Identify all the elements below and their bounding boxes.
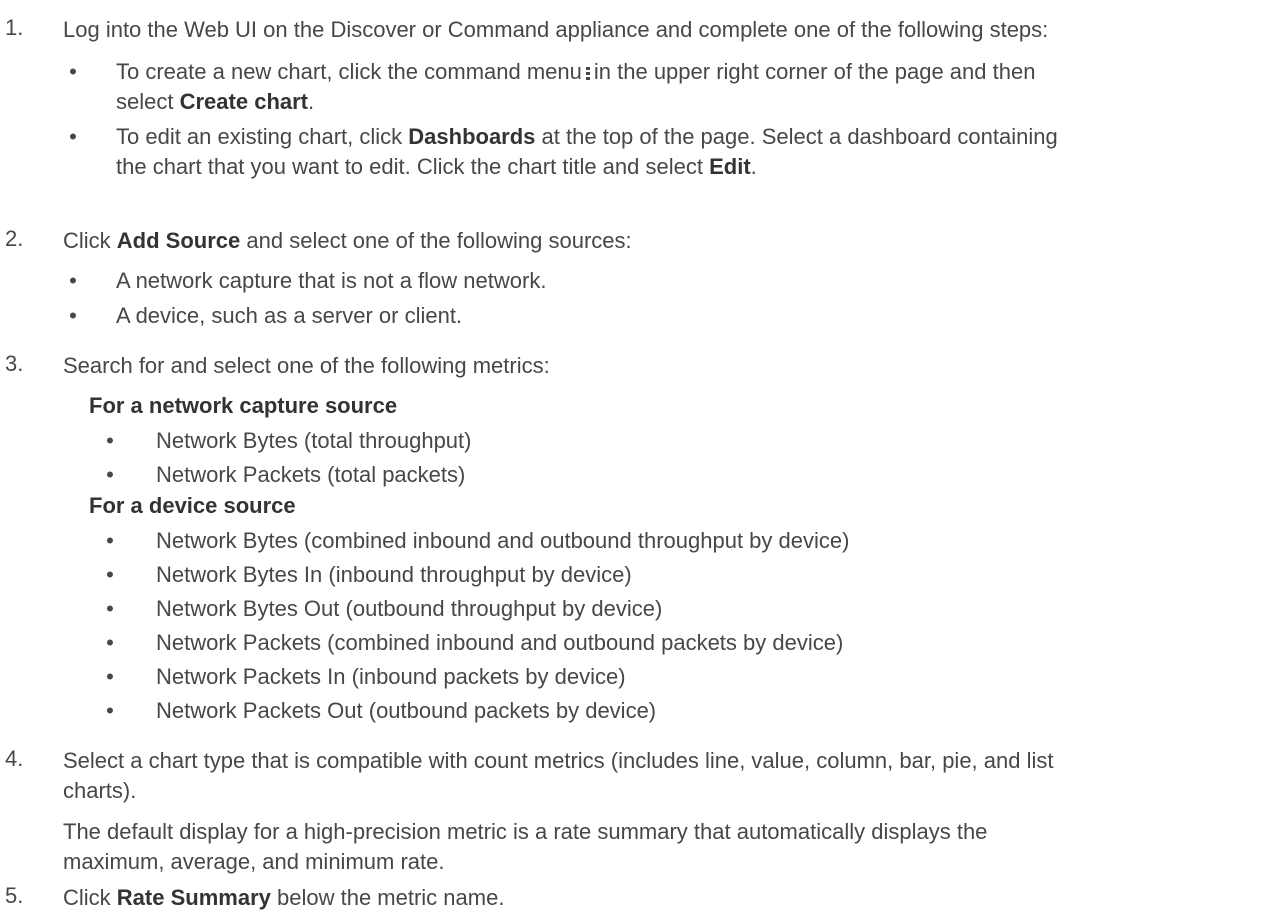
list-item: • Network Bytes Out (outbound throughput… bbox=[63, 594, 1263, 624]
punctuation: . bbox=[750, 154, 757, 179]
step-note-line: maximum, average, and minimum rate. bbox=[63, 849, 445, 874]
list-item: • Network Packets (combined inbound and … bbox=[63, 628, 1263, 658]
step-note-line: The default display for a high-precision… bbox=[63, 819, 988, 844]
bullet-icon: • bbox=[69, 59, 77, 84]
metric-group-device: For a device source • Network Bytes (com… bbox=[63, 491, 1263, 726]
step-text-part: Click bbox=[63, 228, 111, 253]
metric-name: Network Packets In (inbound packets by d… bbox=[156, 664, 626, 689]
vertical-ellipsis-icon bbox=[585, 67, 590, 80]
bullet-icon: • bbox=[69, 124, 77, 149]
bullet-text: To create a new chart, click the command… bbox=[116, 59, 582, 84]
list-item: • Network Packets Out (outbound packets … bbox=[63, 696, 1263, 726]
ui-term-dashboards: Dashboards bbox=[408, 124, 536, 149]
bullet-text: select bbox=[116, 89, 174, 114]
bullet-icon: • bbox=[106, 698, 114, 723]
step-text: Search for and select one of the followi… bbox=[63, 353, 550, 378]
metric-name: Network Bytes (total throughput) bbox=[156, 428, 472, 453]
bullet-text: at the top of the page. Select a dashboa… bbox=[541, 124, 1058, 149]
metric-name: Network Packets Out (outbound packets by… bbox=[156, 698, 657, 723]
step-1: 1. Log into the Web UI on the Discover o… bbox=[0, 15, 1048, 45]
metric-name: Network Bytes In (inbound throughput by … bbox=[156, 562, 632, 587]
list-item: • To edit an existing chart, click Dashb… bbox=[63, 122, 1263, 182]
step-number: 3. bbox=[5, 351, 24, 376]
list-item: • Network Bytes (combined inbound and ou… bbox=[63, 526, 1263, 556]
bullet-icon: • bbox=[69, 303, 77, 328]
step-1-bullets: • To create a new chart, click the comma… bbox=[63, 57, 1263, 182]
list-item: • A device, such as a server or client. bbox=[63, 301, 1263, 331]
step-number: 1. bbox=[5, 15, 24, 40]
list-item: • Network Bytes (total throughput) bbox=[63, 426, 1263, 456]
step-text-part: Click bbox=[63, 885, 111, 910]
step-text-line: charts). bbox=[63, 778, 137, 803]
step-number: 5. bbox=[5, 883, 24, 908]
list-item: • Network Packets In (inbound packets by… bbox=[63, 662, 1263, 692]
bullet-text: in the upper right corner of the page an… bbox=[593, 59, 1036, 84]
step-2: 2. Click Add Source and select one of th… bbox=[0, 226, 632, 256]
group-heading: For a device source bbox=[89, 493, 296, 518]
bullet-icon: • bbox=[106, 630, 114, 655]
bullet-text: A network capture that is not a flow net… bbox=[116, 268, 547, 293]
list-item: • A network capture that is not a flow n… bbox=[63, 266, 1263, 296]
bullet-icon: • bbox=[106, 428, 114, 453]
list-item: • Network Bytes In (inbound throughput b… bbox=[63, 560, 1263, 590]
ui-term-add-source: Add Source bbox=[116, 228, 241, 253]
list-item: • To create a new chart, click the comma… bbox=[63, 57, 1263, 117]
punctuation: . bbox=[308, 89, 315, 114]
step-number: 4. bbox=[5, 746, 24, 771]
ui-term-create-chart: Create chart bbox=[179, 89, 308, 114]
group-heading: For a network capture source bbox=[89, 393, 398, 418]
step-5: 5. Click Rate Summary below the metric n… bbox=[0, 883, 504, 913]
list-item: • Network Packets (total packets) bbox=[63, 460, 1263, 490]
bullet-icon: • bbox=[106, 664, 114, 689]
metric-name: Network Packets (total packets) bbox=[156, 462, 466, 487]
bullet-text: To edit an existing chart, click bbox=[116, 124, 403, 149]
bullet-text: the chart that you want to edit. Click t… bbox=[116, 154, 703, 179]
step-text-part: and select one of the following sources: bbox=[246, 228, 632, 253]
step-4: 4. Select a chart type that is compatibl… bbox=[0, 746, 1053, 877]
bullet-icon: • bbox=[106, 462, 114, 487]
step-text-part: below the metric name. bbox=[277, 885, 505, 910]
bullet-icon: • bbox=[106, 596, 114, 621]
metric-name: Network Bytes Out (outbound throughput b… bbox=[156, 596, 663, 621]
step-text: Log into the Web UI on the Discover or C… bbox=[63, 17, 1049, 42]
bullet-text: A device, such as a server or client. bbox=[116, 303, 463, 328]
bullet-icon: • bbox=[106, 562, 114, 587]
bullet-icon: • bbox=[106, 528, 114, 553]
step-2-bullets: • A network capture that is not a flow n… bbox=[63, 266, 1263, 331]
metric-name: Network Packets (combined inbound and ou… bbox=[156, 630, 844, 655]
step-text: Click Add Source and select one of the f… bbox=[63, 226, 632, 256]
metric-group-network-capture: For a network capture source • Network B… bbox=[63, 391, 1263, 490]
ui-term-edit: Edit bbox=[709, 154, 751, 179]
step-text-line: Select a chart type that is compatible w… bbox=[63, 748, 1054, 773]
step-text: Click Rate Summary below the metric name… bbox=[63, 883, 504, 913]
step-3: 3. Search for and select one of the foll… bbox=[0, 351, 550, 381]
ui-term-rate-summary: Rate Summary bbox=[116, 885, 271, 910]
bullet-icon: • bbox=[69, 268, 77, 293]
metric-name: Network Bytes (combined inbound and outb… bbox=[156, 528, 850, 553]
step-number: 2. bbox=[5, 226, 24, 251]
